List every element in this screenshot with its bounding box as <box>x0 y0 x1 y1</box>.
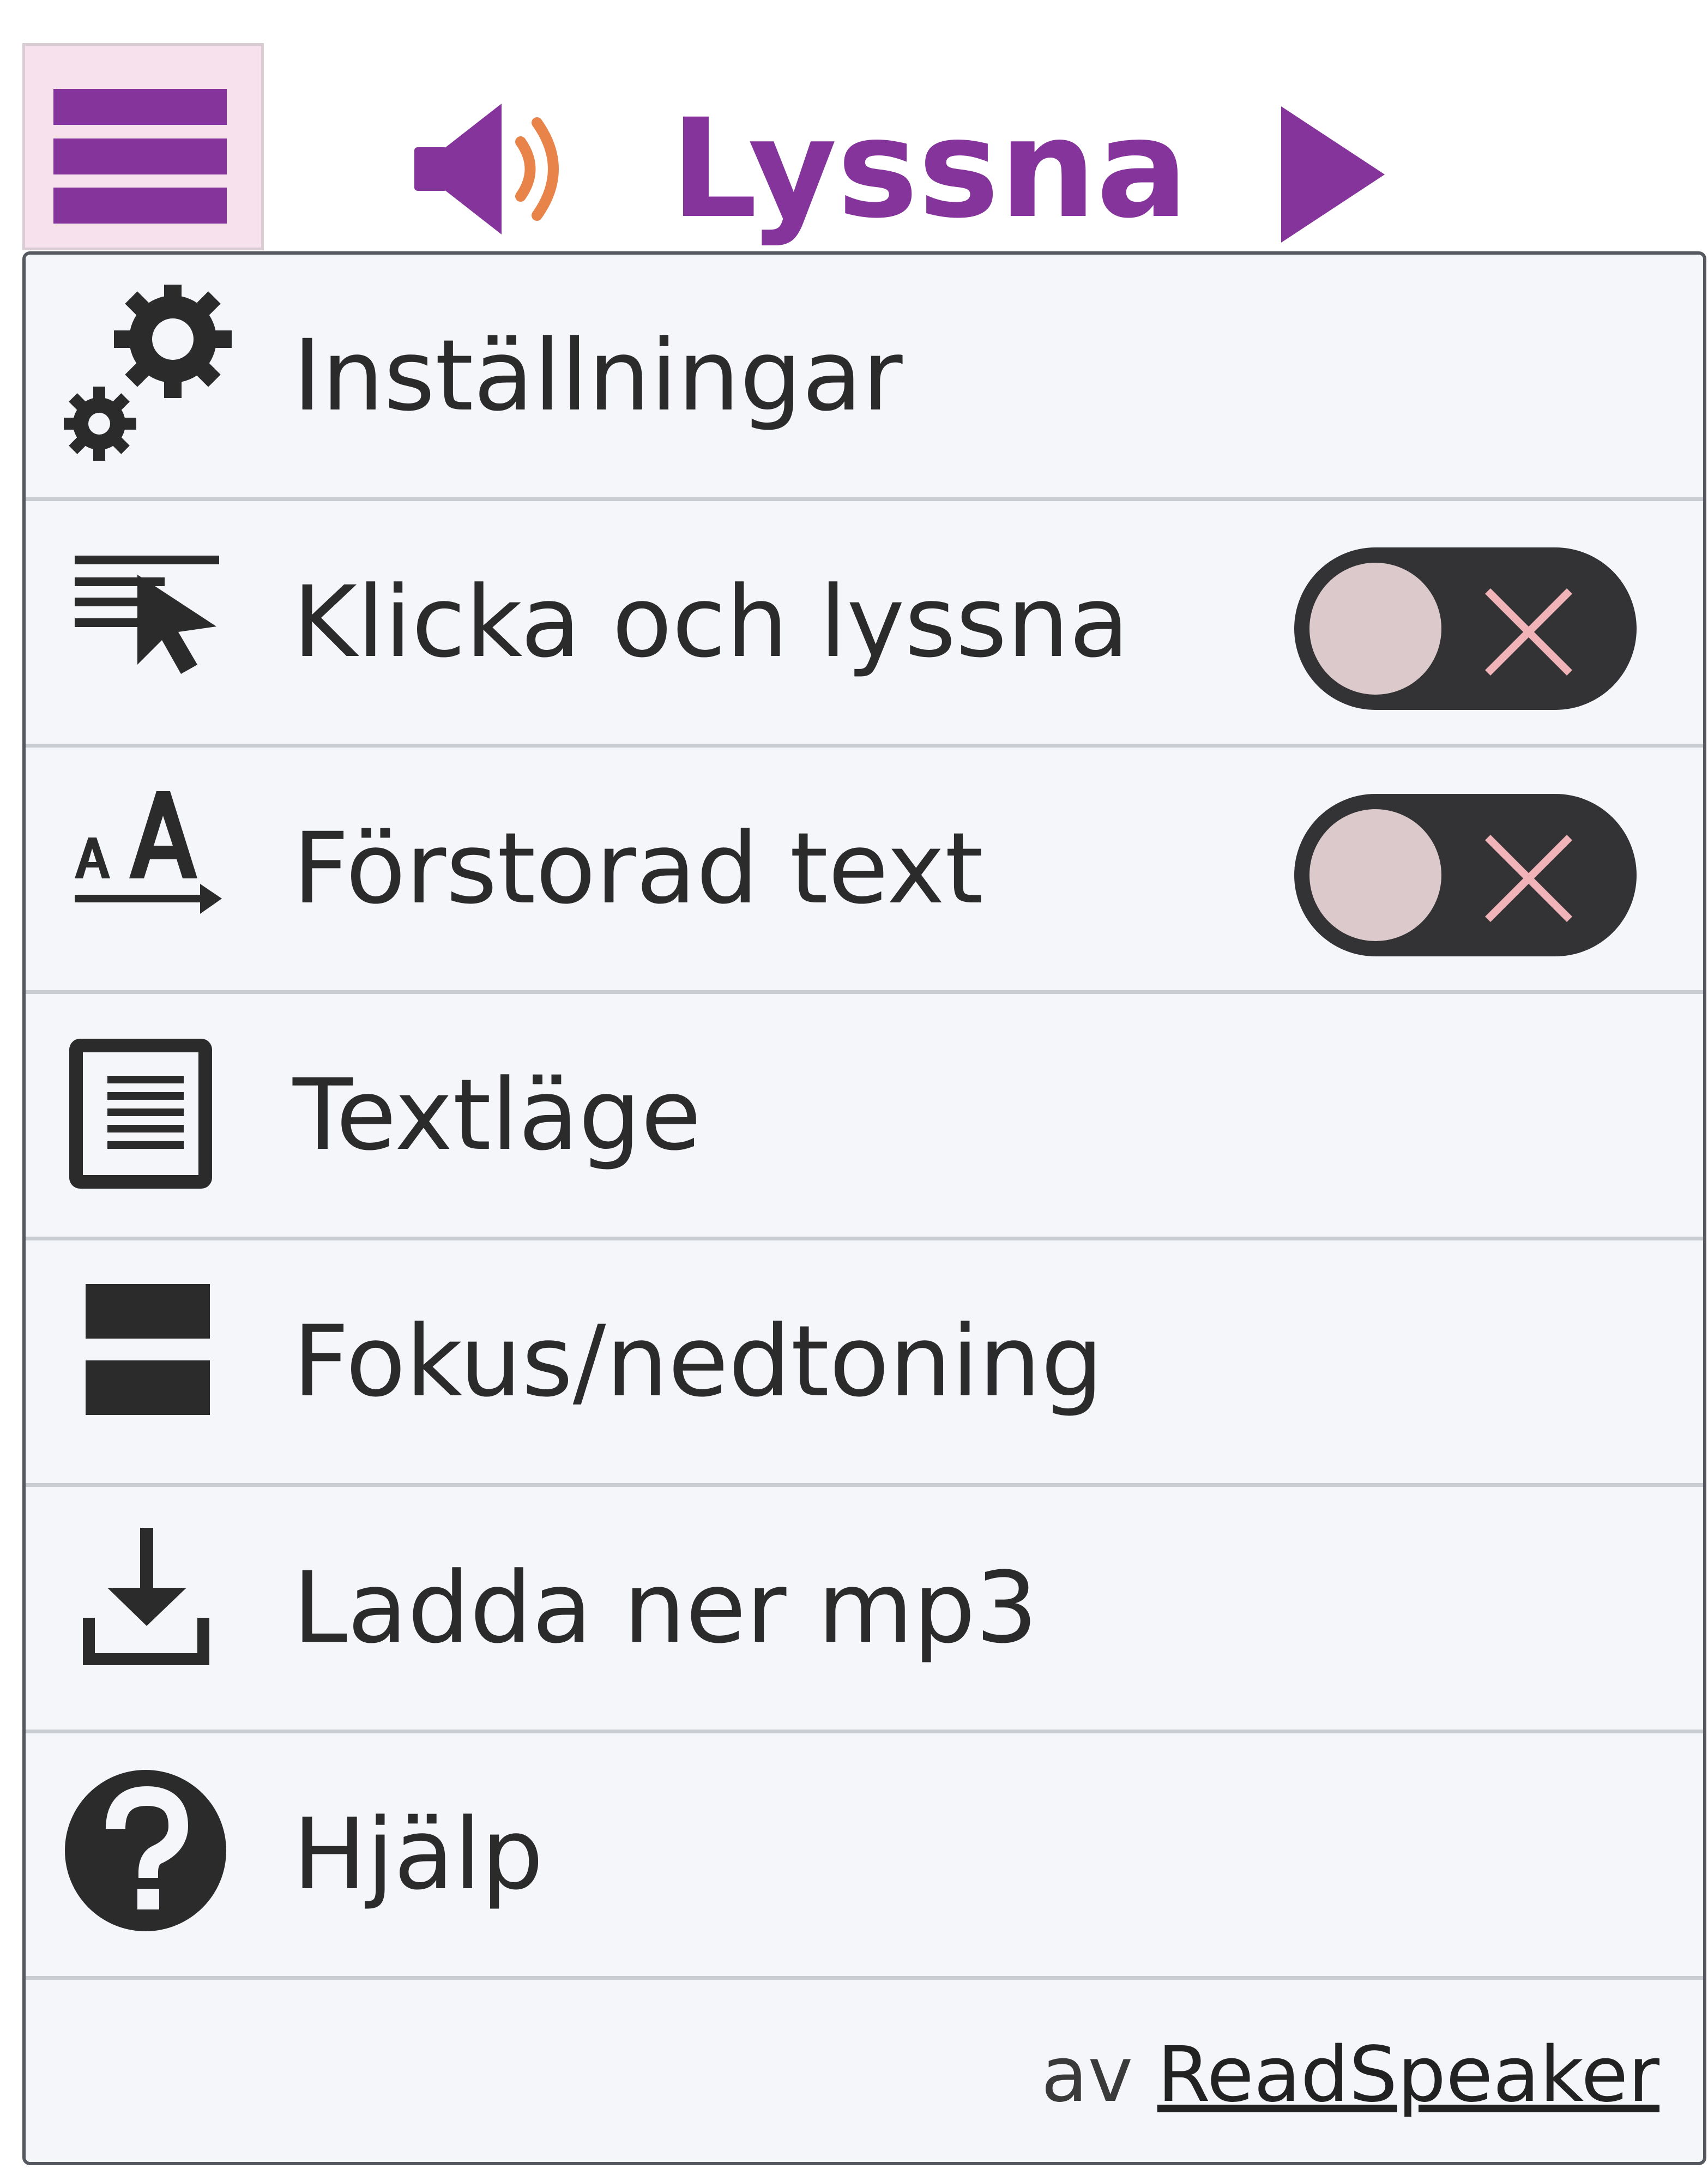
text-mode-icon <box>69 1039 212 1189</box>
menu-item-label: Textläge <box>293 1058 702 1172</box>
download-icon <box>83 1528 209 1665</box>
menu-item-label: Inställningar <box>293 319 903 433</box>
menu-item-label: Fokus/nedtoning <box>293 1305 1103 1419</box>
menu-item-label: Hjälp <box>293 1798 544 1912</box>
speaker-icon[interactable] <box>414 104 572 234</box>
menu-item-focus-dimming[interactable]: Fokus/nedtoning <box>26 1240 1703 1487</box>
menu-item-download-mp3[interactable]: Ladda ner mp3 <box>26 1487 1703 1733</box>
enlarge-text-toggle[interactable] <box>1294 794 1637 956</box>
toggle-knob <box>1309 563 1441 695</box>
hamburger-icon <box>53 89 227 224</box>
click-and-listen-toggle[interactable] <box>1294 547 1637 710</box>
footer-credit: av ReadSpeaker <box>1041 2031 1659 2119</box>
close-icon <box>1485 588 1572 676</box>
menu-item-text-mode[interactable]: Textläge <box>26 994 1703 1240</box>
readspeaker-link[interactable]: ReadSpeaker <box>1157 2031 1659 2119</box>
player-bar: Lyssna <box>414 82 1396 256</box>
play-icon[interactable] <box>1270 106 1396 243</box>
listen-label[interactable]: Lyssna <box>671 82 1188 256</box>
toggle-knob <box>1309 809 1441 941</box>
gears-icon <box>64 285 232 461</box>
menu-footer: av ReadSpeaker <box>26 1983 1703 2162</box>
menu-button[interactable] <box>22 43 264 250</box>
enlarge-text-icon <box>75 791 222 914</box>
menu-item-label: Ladda ner mp3 <box>293 1551 1038 1665</box>
help-icon <box>65 1770 226 1931</box>
menu-item-click-and-listen[interactable]: Klicka och lyssna <box>26 501 1703 748</box>
menu-item-help[interactable]: Hjälp <box>26 1733 1703 1980</box>
menu-item-settings[interactable]: Inställningar <box>26 255 1703 501</box>
menu-item-enlarge-text[interactable]: Förstorad text <box>26 748 1703 994</box>
menu-item-label: Klicka och lyssna <box>293 565 1130 679</box>
focus-dimming-icon <box>86 1284 210 1415</box>
click-and-listen-icon <box>75 556 219 674</box>
footer-prefix: av <box>1041 2031 1133 2119</box>
readspeaker-widget: Lyssna Inställningar Klicka och lyssna F… <box>0 0 1708 2181</box>
close-icon <box>1485 835 1572 922</box>
dropdown-menu: Inställningar Klicka och lyssna Förstora… <box>22 251 1706 2165</box>
menu-item-label: Förstorad text <box>293 812 983 926</box>
